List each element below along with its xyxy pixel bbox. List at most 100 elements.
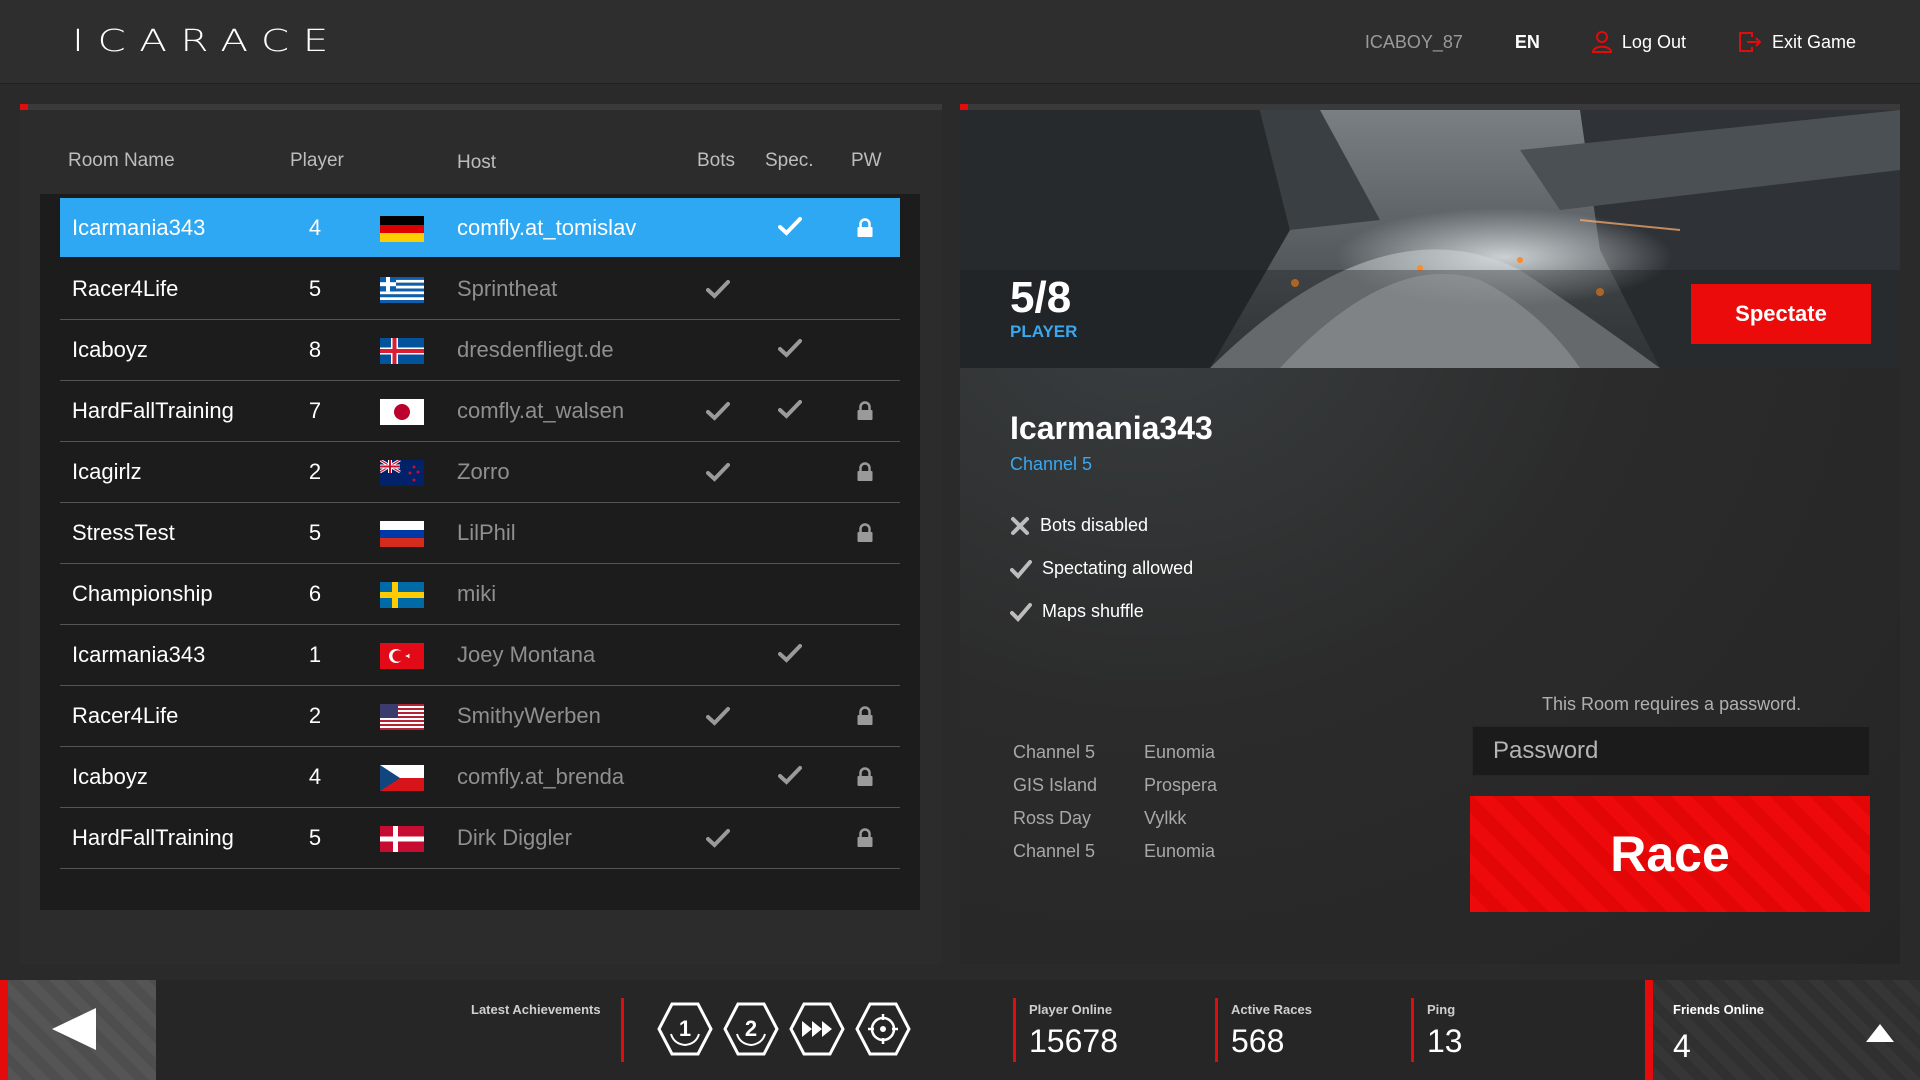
column-spec[interactable]: Spec.	[765, 150, 814, 172]
flag-tr-icon	[380, 643, 424, 669]
feature-bots: Bots disabled	[1010, 504, 1193, 547]
second-place-icon[interactable]: 2	[722, 1000, 780, 1058]
player-online-stat: Player Online 15678	[1029, 1002, 1118, 1060]
room-name: Icaboyz	[72, 337, 148, 362]
spec-check-icon	[778, 216, 802, 236]
divider	[1013, 998, 1016, 1062]
player-count: 6	[308, 581, 322, 606]
room-name: Racer4Life	[72, 276, 179, 301]
host-name: comfly.at_walsen	[457, 398, 625, 423]
active-races-label: Active Races	[1231, 1002, 1312, 1017]
table-row[interactable]: Icarmania343 4 comfly.at_tomislav	[60, 198, 900, 257]
bots-check-icon	[706, 828, 730, 848]
flag-us-icon	[380, 704, 424, 730]
map-name: Eunomia	[1144, 841, 1216, 861]
race-button[interactable]: Race	[1470, 796, 1870, 912]
lock-icon	[856, 767, 874, 787]
player-count: 5	[308, 825, 322, 850]
spectate-button[interactable]: Spectate	[1691, 284, 1871, 344]
player-count-value: 5/8	[1010, 273, 1072, 322]
table-row[interactable]: Icaboyz 8 dresdenfliegt.de	[60, 320, 900, 381]
speed-icon[interactable]	[788, 1000, 846, 1058]
room-name: HardFallTraining	[72, 398, 234, 423]
ping-label: Ping	[1427, 1002, 1456, 1017]
top-bar: ICARACE ICABOY_87 EN Log Out Exit Game	[0, 0, 1920, 84]
map-row: Channel 5 Eunomia	[1013, 841, 1217, 874]
table-row[interactable]: HardFallTraining 5 Dirk Diggler	[60, 808, 900, 869]
flag-dk-icon	[380, 826, 424, 852]
first-place-icon[interactable]: 1	[656, 1000, 714, 1058]
logout-button[interactable]: Log Out	[1591, 31, 1686, 53]
host-name: comfly.at_tomislav	[457, 215, 637, 240]
room-name: Icarmania343	[72, 642, 206, 667]
table-row[interactable]: Icaboyz 4 comfly.at_brenda	[60, 747, 900, 808]
flag-jp-icon	[380, 399, 424, 425]
back-button[interactable]	[0, 980, 156, 1080]
bots-check-icon	[706, 279, 730, 299]
table-row[interactable]: Racer4Life 2 SmithyWerben	[60, 686, 900, 747]
room-name: Icaboyz	[72, 764, 148, 789]
exit-icon	[1738, 32, 1762, 52]
map-channel: GIS Island	[1013, 775, 1098, 795]
user-icon	[1591, 31, 1612, 53]
top-nav: ICABOY_87 EN Log Out Exit Game	[1365, 0, 1856, 84]
username[interactable]: ICABOY_87	[1365, 32, 1463, 53]
room-name: Racer4Life	[72, 703, 179, 728]
cross-icon	[1011, 516, 1029, 535]
spec-check-icon	[778, 765, 802, 785]
column-bots[interactable]: Bots	[697, 150, 735, 172]
language-selector[interactable]: EN	[1515, 32, 1540, 53]
player-count: 7	[308, 398, 322, 423]
selected-room-name: Icarmania343	[1010, 410, 1213, 446]
password-note: This Room requires a password.	[1542, 694, 1802, 714]
host-name: comfly.at_brenda	[457, 764, 625, 789]
divider	[621, 998, 624, 1062]
target-icon[interactable]	[854, 1000, 912, 1058]
bots-check-icon	[706, 401, 730, 421]
player-count: 8	[308, 337, 322, 362]
table-row[interactable]: HardFallTraining 7 comfly.at_walsen	[60, 381, 900, 442]
ping-stat: Ping 13	[1427, 1002, 1463, 1060]
flag-cz-icon	[380, 765, 424, 791]
map-channel: Channel 5	[1013, 742, 1096, 762]
svg-text:2: 2	[745, 1016, 757, 1041]
exit-game-button[interactable]: Exit Game	[1738, 31, 1856, 53]
feature-maps-shuffle: Maps shuffle	[1010, 590, 1193, 633]
chevron-up-icon	[1866, 1024, 1894, 1042]
player-online-label: Player Online	[1029, 1002, 1113, 1017]
table-row[interactable]: Racer4Life 5 Sprintheat	[60, 259, 900, 320]
host-name: Zorro	[457, 459, 510, 484]
feature-bots-label: Bots disabled	[1040, 515, 1149, 535]
flag-de-icon	[380, 216, 424, 242]
exit-label: Exit Game	[1771, 31, 1856, 52]
bots-check-icon	[706, 462, 730, 482]
friends-online-button[interactable]: Friends Online 4	[1645, 980, 1920, 1080]
lock-icon	[856, 706, 874, 726]
lock-icon	[856, 828, 874, 848]
table-row[interactable]: Icagirlz 2 Zorro	[60, 442, 900, 503]
lock-icon	[856, 462, 874, 482]
map-name: Prospera	[1144, 775, 1218, 795]
host-name: Dirk Diggler	[457, 825, 572, 850]
host-name: SmithyWerben	[457, 703, 601, 728]
host-name: miki	[457, 581, 497, 606]
flag-ru-icon	[380, 521, 424, 547]
table-row[interactable]: Championship 6 miki	[60, 564, 900, 625]
column-room-name[interactable]: Room Name	[68, 150, 175, 172]
back-arrow-icon	[52, 1008, 96, 1050]
selected-room-channel: Channel 5	[1010, 454, 1093, 474]
map-list: Channel 5 Eunomia GIS Island Prospera Ro…	[1013, 742, 1217, 874]
host-name: LilPhil	[457, 520, 516, 545]
logout-label: Log Out	[1621, 31, 1686, 52]
player-count: 1	[308, 642, 322, 667]
lock-icon	[856, 523, 874, 543]
password-input[interactable]	[1472, 726, 1870, 776]
svg-text:1: 1	[679, 1016, 691, 1041]
player-count: 4	[308, 215, 322, 240]
table-row[interactable]: StressTest 5 LilPhil	[60, 503, 900, 564]
table-row[interactable]: Icarmania343 1 Joey Montana	[60, 625, 900, 686]
column-pw[interactable]: PW	[851, 150, 882, 172]
bottom-bar: Latest Achievements 1 2 Player Online 15	[0, 980, 1920, 1080]
column-player[interactable]: Player	[290, 150, 344, 172]
column-host[interactable]: Host	[457, 152, 496, 174]
